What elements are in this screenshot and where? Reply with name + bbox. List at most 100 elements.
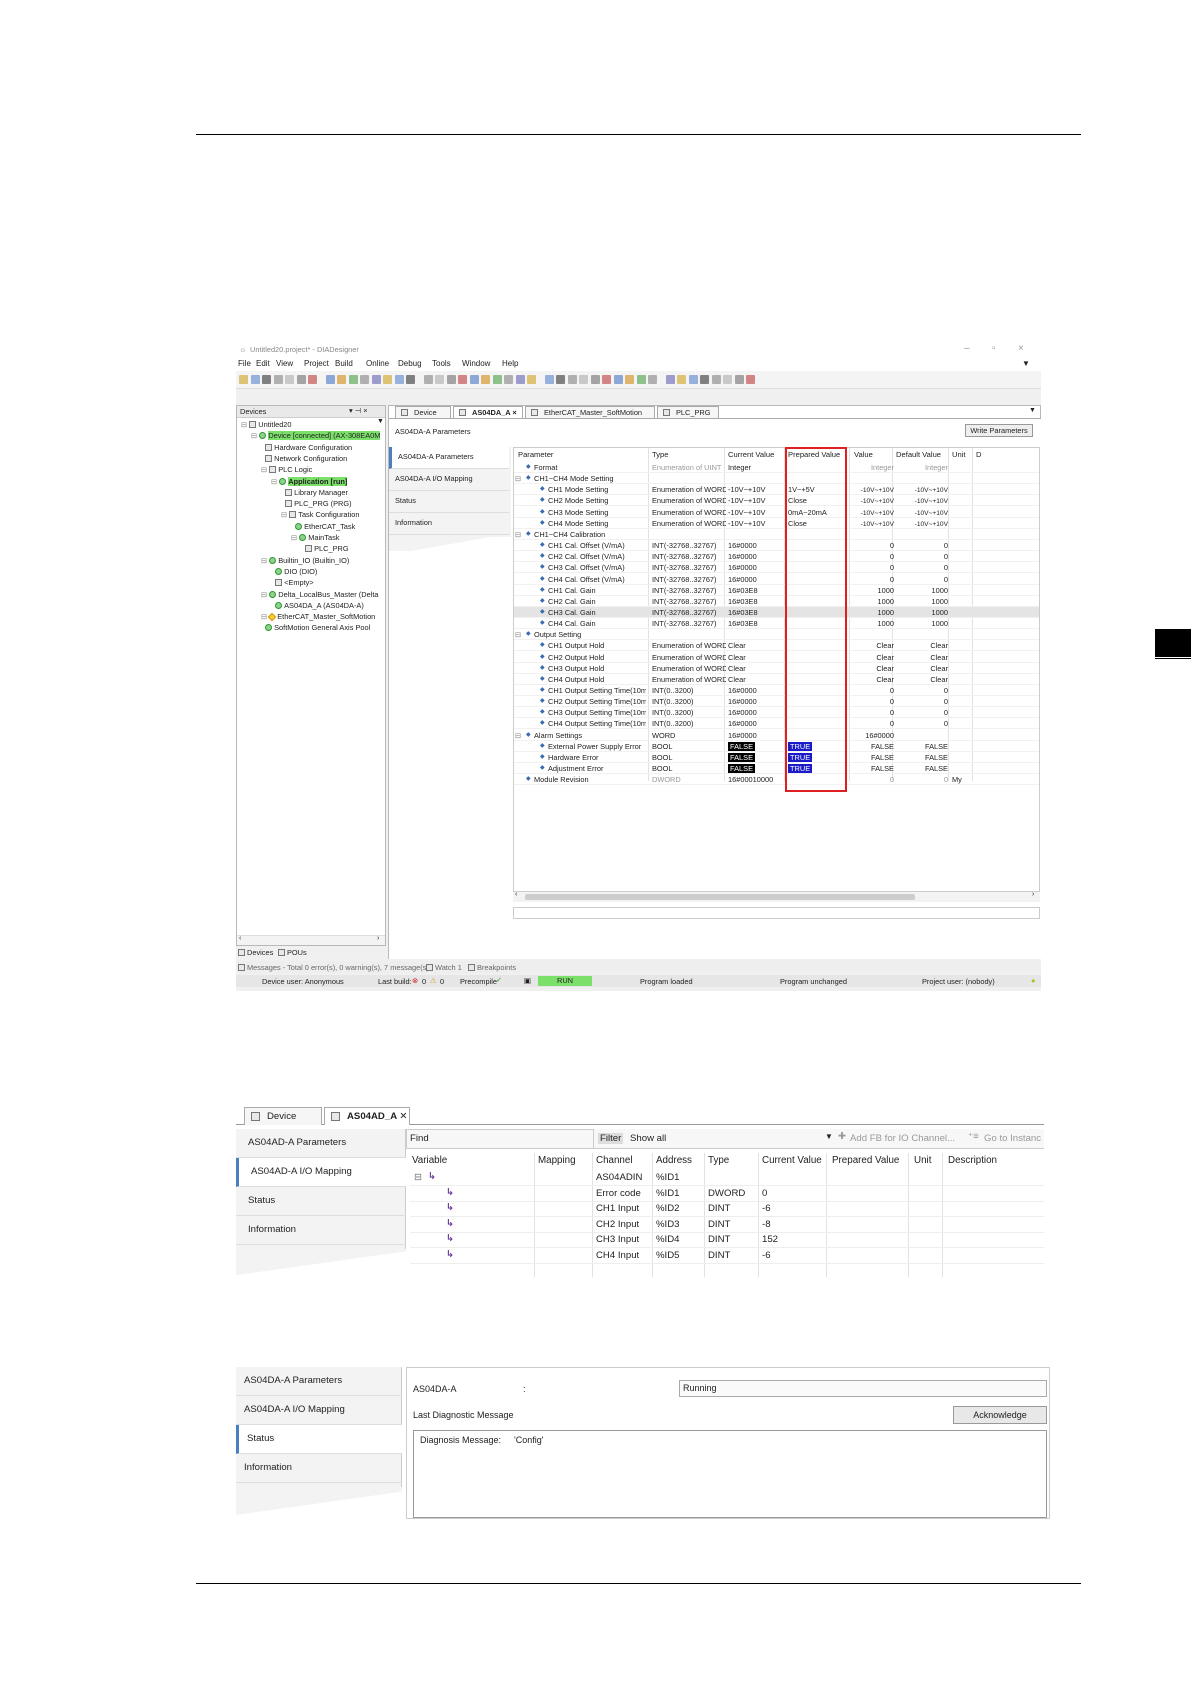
close-tab-icon[interactable]: × bbox=[510, 408, 516, 417]
toolbar-icon[interactable] bbox=[648, 375, 657, 384]
parameter-row[interactable]: ◆ CH4 Mode Setting Enumeration of WORD -10V… bbox=[514, 518, 1039, 529]
tab-as04da-a[interactable]: AS04DA_A × bbox=[453, 406, 523, 418]
parameter-row[interactable]: ◆ CH3 Output Hold Enumeration of WORD Clear… bbox=[514, 663, 1039, 674]
toolbar-icon[interactable] bbox=[325, 375, 335, 384]
collapse-icon[interactable]: ⊟ bbox=[261, 465, 269, 474]
collapse-icon[interactable]: ⊟ bbox=[261, 590, 269, 599]
io-column-header[interactable]: Channel bbox=[596, 1155, 633, 1166]
maximize-icon[interactable]: ▫ bbox=[992, 343, 996, 354]
io-nav-as04ad-a-i-o-mapping[interactable]: AS04AD-A I/O Mapping bbox=[236, 1158, 406, 1187]
write-parameters-button[interactable]: Write Parameters bbox=[965, 424, 1033, 437]
toolbar-icon[interactable] bbox=[711, 375, 721, 384]
toolbar-icon[interactable] bbox=[273, 375, 283, 384]
nav-information[interactable]: Information bbox=[389, 513, 509, 535]
toolbar-icon[interactable] bbox=[296, 375, 306, 384]
column-header[interactable]: D bbox=[976, 448, 981, 462]
toolbar-icon[interactable] bbox=[579, 375, 588, 384]
io-column-header[interactable]: Prepared Value bbox=[832, 1155, 899, 1166]
messages-tab[interactable]: Messages - Total 0 error(s), 0 warning(s… bbox=[238, 963, 429, 972]
messages-tab[interactable]: Breakpoints bbox=[468, 963, 516, 972]
status-nav-status[interactable]: Status bbox=[236, 1425, 402, 1454]
io-row[interactable]: ↳ Error code %ID1 DWORD 0 bbox=[410, 1187, 1044, 1202]
goto-instance-button[interactable]: Go to Instanc bbox=[984, 1133, 1041, 1144]
toolbar-icon[interactable] bbox=[337, 375, 346, 384]
toolbar-icon[interactable] bbox=[239, 375, 248, 384]
tree-item[interactable]: ⊟ Device [connected] (AX-308EA0M bbox=[251, 430, 381, 441]
parameter-row[interactable]: ◆ External Power Supply Error BOOL FALSE TRU… bbox=[514, 741, 1039, 752]
toolbar-icon[interactable] bbox=[348, 375, 358, 384]
toolbar-icon[interactable] bbox=[469, 375, 479, 384]
toolbar-icon[interactable] bbox=[602, 375, 611, 384]
io-column-header[interactable]: Description bbox=[948, 1155, 997, 1166]
toolbar-icon[interactable] bbox=[446, 375, 456, 384]
tree-hscrollbar[interactable]: ‹ › bbox=[237, 935, 385, 945]
io-column-header[interactable]: Variable bbox=[412, 1155, 447, 1166]
tree-item[interactable]: ⊟ Task Configuration bbox=[281, 509, 359, 520]
status-nav-as04da-a-parameters[interactable]: AS04DA-A Parameters bbox=[236, 1367, 402, 1396]
parameter-row[interactable]: ◆ CH3 Cal. Gain INT(-32768..32767) 16#03E8 1… bbox=[514, 606, 1039, 618]
parameter-row[interactable]: ◆ CH1 Mode Setting Enumeration of WORD -10V… bbox=[514, 484, 1039, 496]
filter-dropdown-icon[interactable]: ▼ bbox=[825, 1132, 833, 1141]
io-row[interactable]: ⊟ ↳ AS04ADIN %ID1 bbox=[410, 1171, 1044, 1186]
menu-build[interactable]: Build bbox=[335, 359, 353, 368]
toolbar-icon[interactable] bbox=[308, 375, 317, 384]
io-row[interactable]: ↳ CH4 Input %ID5 DINT -6 bbox=[410, 1249, 1044, 1264]
parameter-row[interactable]: ◆ CH2 Cal. Gain INT(-32768..32767) 16#03E8 1… bbox=[514, 596, 1039, 607]
toolbar-icon[interactable] bbox=[423, 375, 433, 384]
tree-item[interactable]: ⊟ Application [run] bbox=[271, 476, 348, 487]
menu-edit[interactable]: Edit bbox=[256, 359, 270, 368]
parameter-row[interactable]: ◆ Module Revision DWORD 16#00010000 0 0 My bbox=[514, 774, 1039, 786]
status-nav-information[interactable]: Information bbox=[236, 1454, 402, 1483]
close-tab-icon[interactable]: ✕ bbox=[397, 1111, 407, 1122]
io-column-header[interactable]: Current Value bbox=[762, 1155, 822, 1166]
toolbar-icon[interactable] bbox=[665, 375, 675, 384]
goto-icon[interactable]: ⁺≡ bbox=[968, 1131, 979, 1142]
tree-item[interactable]: <Empty> bbox=[271, 577, 314, 588]
bottom-tab-pous[interactable]: POUs bbox=[278, 948, 307, 957]
tree-item[interactable]: ⊟ Builtin_IO (Builtin_IO) bbox=[261, 555, 349, 566]
toolbar-icon[interactable] bbox=[677, 375, 686, 384]
collapse-icon[interactable]: ⊟ bbox=[261, 556, 269, 565]
toolbar-icon[interactable] bbox=[504, 375, 513, 384]
io-column-header[interactable]: Address bbox=[656, 1155, 692, 1166]
add-fb-button[interactable]: Add FB for IO Channel... bbox=[850, 1133, 955, 1144]
parameter-row[interactable]: ◆ CH2 Output Setting Time(10ms) INT(0..320… bbox=[514, 696, 1039, 708]
tab-plc-prg[interactable]: PLC_PRG bbox=[657, 406, 719, 418]
io-nav-information[interactable]: Information bbox=[236, 1216, 406, 1245]
toolbar-icon[interactable] bbox=[556, 375, 565, 384]
io-tab-device[interactable]: Device bbox=[244, 1107, 322, 1125]
io-row[interactable]: ↳ CH3 Input %ID4 DINT 152 bbox=[410, 1233, 1044, 1248]
menu-window[interactable]: Window bbox=[462, 359, 490, 368]
toolbar-icon[interactable] bbox=[285, 375, 294, 384]
parameter-row[interactable]: ◆ CH1 Output Hold Enumeration of WORD Clear… bbox=[514, 640, 1039, 652]
toolbar-icon[interactable] bbox=[492, 375, 502, 384]
io-tab-as04ad-a[interactable]: AS04AD_A ✕ bbox=[324, 1107, 410, 1125]
expand-icon[interactable]: ⊟ bbox=[515, 529, 521, 540]
menu-tools[interactable]: Tools bbox=[432, 359, 451, 368]
toolbar-icon[interactable] bbox=[435, 375, 444, 384]
toolbar-icon[interactable] bbox=[394, 375, 404, 384]
messages-tab[interactable]: Watch 1 bbox=[426, 963, 462, 972]
io-row[interactable]: ↳ CH1 Input %ID2 DINT -6 bbox=[410, 1202, 1044, 1217]
parameter-row[interactable]: ◆ CH4 Output Hold Enumeration of WORD Clear… bbox=[514, 674, 1039, 685]
collapse-icon[interactable]: ⊟ bbox=[281, 510, 289, 519]
column-header[interactable]: Parameter bbox=[518, 448, 553, 462]
io-column-header[interactable]: Unit bbox=[914, 1155, 931, 1166]
toolbar-icon[interactable] bbox=[406, 375, 415, 384]
expand-icon[interactable]: ⊟ bbox=[515, 629, 521, 640]
menu-view[interactable]: View bbox=[276, 359, 293, 368]
tree-item[interactable]: Hardware Configuration bbox=[261, 442, 352, 453]
nav-status[interactable]: Status bbox=[389, 491, 509, 513]
toolbar-icon[interactable] bbox=[567, 375, 577, 384]
io-row[interactable]: ↳ CH2 Input %ID3 DINT -8 bbox=[410, 1218, 1044, 1233]
column-header[interactable]: Default Value bbox=[896, 448, 941, 462]
tree-item[interactable]: ⊟ PLC Logic bbox=[261, 464, 312, 475]
parameter-row[interactable]: ◆ CH3 Cal. Offset (V/mA) INT(-32768..32767… bbox=[514, 562, 1039, 574]
parameter-row[interactable]: ◆ CH4 Cal. Offset (V/mA) INT(-32768..32767… bbox=[514, 574, 1039, 585]
io-nav-as04ad-a-parameters[interactable]: AS04AD-A Parameters bbox=[236, 1129, 406, 1158]
tree-item[interactable]: SoftMotion General Axis Pool bbox=[261, 622, 370, 633]
toolbar-icon[interactable] bbox=[527, 375, 536, 384]
parameter-row[interactable]: ◆ CH4 Output Setting Time(10ms) INT(0..320… bbox=[514, 718, 1039, 730]
nav-as04da-a-parameters[interactable]: AS04DA-A Parameters bbox=[389, 447, 509, 469]
toolbar-icon[interactable] bbox=[700, 375, 709, 384]
